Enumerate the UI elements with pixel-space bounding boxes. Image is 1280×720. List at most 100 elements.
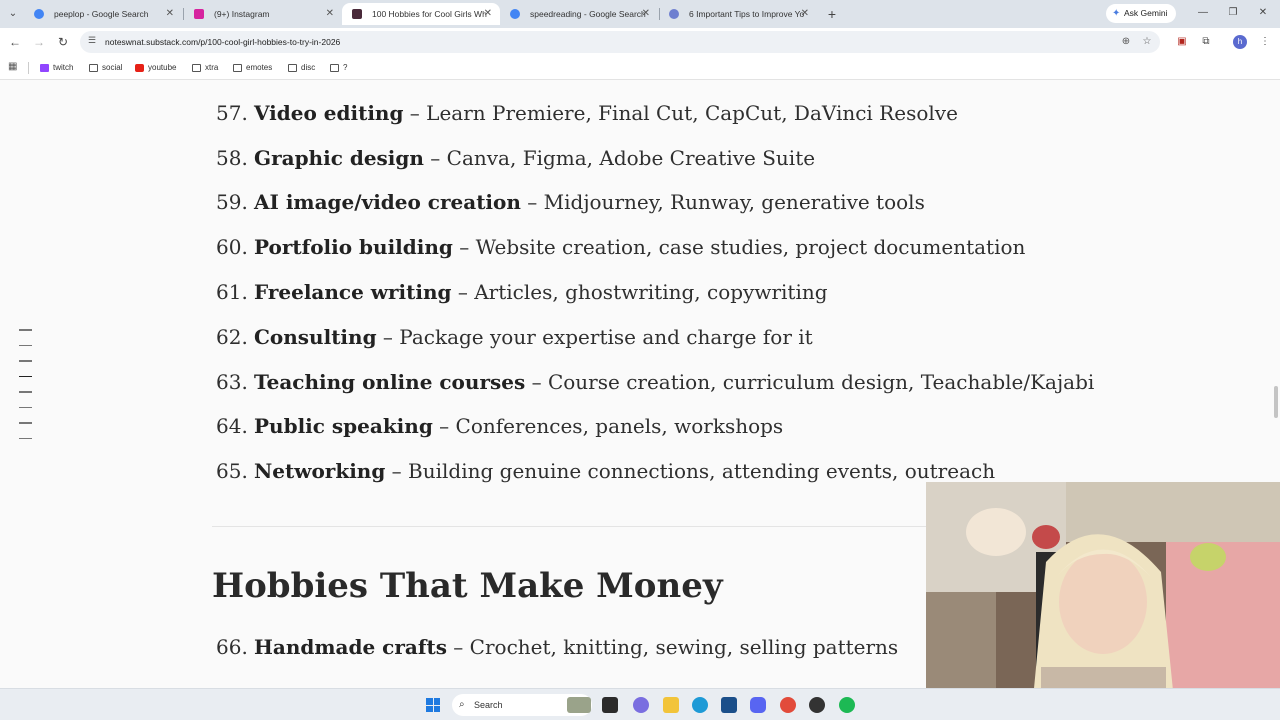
folder-icon [89,64,98,72]
bookmark-xtra[interactable]: xtra [192,61,218,75]
page-scrollbar-thumb[interactable] [1274,386,1278,418]
close-icon[interactable]: ✕ [484,3,492,25]
folder-icon [192,64,201,72]
item-number: 64. [216,414,248,438]
item-number: 59. [216,190,248,214]
chrome-icon[interactable] [780,697,796,713]
bookmark-twitch[interactable]: twitch [40,61,73,75]
site-info-icon[interactable]: ☰ [88,35,96,46]
forward-icon[interactable]: → [31,34,47,50]
twitch-icon [40,64,49,72]
tab-speedreading[interactable]: speedreading - Google Search ✕ [500,3,658,25]
bookmark-disc[interactable]: disc [288,61,315,75]
tab-title: 6 Important Tips to Improve Yo [689,9,805,19]
file-explorer-icon[interactable] [663,697,679,713]
gemini-icon: ✦ [1112,8,1121,19]
tab-search-icon[interactable]: ⌄ [4,5,22,23]
tab-instagram[interactable]: (9+) Instagram ✕ [184,3,342,25]
edge-icon[interactable] [692,697,708,713]
item-description: – Conferences, panels, workshops [432,414,784,438]
item-title: Freelance writing [254,280,452,304]
site-icon [669,9,679,19]
search-icon: ⌕ [459,699,465,710]
tab-title: speedreading - Google Search [530,9,646,19]
list-item: 59. AI image/video creation – Midjourney,… [216,188,925,216]
section-divider [212,526,952,527]
bookmark-question[interactable]: ? [330,61,347,75]
item-title: Handmade crafts [254,635,447,659]
toc-marker-current[interactable] [19,375,32,377]
restore-icon[interactable]: ❐ [1226,6,1240,20]
spotify-icon[interactable] [839,697,855,713]
obs-icon[interactable] [809,697,825,713]
apps-grid-icon[interactable]: ▦ [8,61,19,72]
new-tab-button[interactable]: + [823,5,841,23]
tab-peeplop[interactable]: peeplop - Google Search ✕ [24,3,182,25]
item-title: AI image/video creation [254,190,521,214]
item-number: 62. [216,325,248,349]
close-icon[interactable]: ✕ [642,3,650,25]
table-of-contents-rail[interactable] [19,329,33,453]
toc-marker[interactable] [19,391,32,393]
minimize-icon[interactable]: — [1196,6,1210,20]
webcam-overlay [926,482,1280,720]
youtube-icon [135,64,144,72]
task-view-icon[interactable] [602,697,618,713]
discord-icon[interactable] [750,697,766,713]
tab-hobbies[interactable]: 100 Hobbies for Cool Girls Wh ✕ [342,3,500,25]
toc-marker[interactable] [19,437,32,439]
item-title: Consulting [254,325,377,349]
item-title: Networking [254,459,386,483]
folder-icon [288,64,297,72]
bookmark-emotes[interactable]: emotes [233,61,272,75]
url-text[interactable]: noteswnat.substack.com/p/100-cool-girl-h… [105,31,340,53]
item-number: 65. [216,459,248,483]
tab-strip: ⌄ peeplop - Google Search ✕ (9+) Instagr… [0,0,1280,28]
item-title: Public speaking [254,414,433,438]
back-icon[interactable]: ← [7,34,23,50]
item-number: 61. [216,280,248,304]
substack-icon [352,9,362,19]
toc-marker[interactable] [19,406,32,408]
toc-marker[interactable] [19,329,32,331]
item-description: – Learn Premiere, Final Cut, CapCut, DaV… [403,101,958,125]
bookmark-youtube[interactable]: youtube [135,61,176,75]
bookmark-label: emotes [246,63,273,72]
widgets-icon[interactable] [567,697,591,713]
ask-gemini-button[interactable]: ✦ Ask Gemini [1106,4,1176,23]
bookmark-label: disc [301,63,316,72]
close-icon[interactable]: ✕ [166,3,174,25]
item-description: – Package your expertise and charge for … [376,325,813,349]
profile-avatar[interactable]: h [1233,35,1247,49]
folder-icon [233,64,242,72]
copilot-icon[interactable] [633,697,649,713]
list-item: 62. Consulting – Package your expertise a… [216,323,813,351]
extensions-puzzle-icon[interactable]: ⧉ [1198,34,1214,50]
toc-marker[interactable] [19,360,32,362]
bookmark-star-icon[interactable]: ☆ [1141,36,1153,48]
address-bar[interactable]: ☰ noteswnat.substack.com/p/100-cool-girl… [80,31,1160,53]
list-item: 65. Networking – Building genuine connect… [216,457,995,485]
tab-tips[interactable]: 6 Important Tips to Improve Yo ✕ [659,3,817,25]
extension-icon[interactable]: ▣ [1174,34,1190,50]
bookmark-label: ? [343,63,348,72]
close-icon[interactable]: ✕ [801,3,809,25]
bookmarks-separator [28,62,29,74]
list-item: 66. Handmade crafts – Crochet, knitting, … [216,633,898,661]
webcam-feed-image [926,482,1280,720]
reload-icon[interactable]: ↻ [55,34,71,50]
close-window-icon[interactable]: ✕ [1256,6,1270,20]
toc-marker[interactable] [19,422,32,424]
windows-start-icon[interactable] [426,698,440,712]
list-item: 61. Freelance writing – Articles, ghostwr… [216,278,828,306]
list-item: 57. Video editing – Learn Premiere, Final… [216,99,958,127]
menu-kebab-icon[interactable]: ⋮ [1257,34,1273,50]
list-item: 60. Portfolio building – Website creation… [216,233,1025,261]
toc-marker[interactable] [19,344,32,346]
store-icon[interactable] [721,697,737,713]
bookmark-social[interactable]: social [89,61,122,75]
section-heading: Hobbies That Make Money [212,566,723,606]
zoom-icon[interactable]: ⊕ [1120,36,1132,48]
google-icon [34,9,44,19]
close-icon[interactable]: ✕ [326,3,334,25]
